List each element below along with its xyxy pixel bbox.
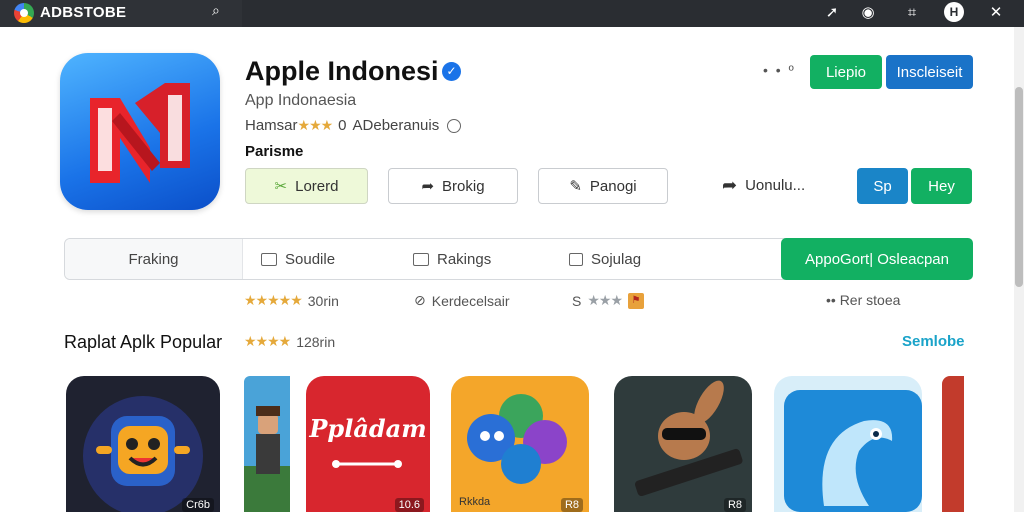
primary-button[interactable]: Liepio — [810, 55, 882, 89]
tag-icon: ✂ — [274, 178, 288, 195]
rating-count: 0 — [338, 117, 347, 134]
section-title: Raplat Aplk Popular — [64, 332, 223, 352]
app-icon — [60, 53, 220, 210]
brand-logo-icon — [14, 3, 34, 23]
top-bar: ADBSTOBE ⌕ ➚ ◉ ⌗ H ✕ — [0, 0, 1024, 27]
sp-button[interactable]: Sp — [857, 168, 908, 204]
panogi-button[interactable]: ✎ Panogi — [538, 168, 668, 204]
section-stars: ★★★★ — [244, 333, 291, 349]
see-more-link[interactable]: Semlobe — [902, 333, 965, 350]
link-icon: ⊘ — [414, 292, 426, 308]
tab-soudile[interactable]: Soudile — [261, 239, 335, 279]
tab-label: Rakings — [437, 250, 492, 268]
pplodam-decoration — [332, 460, 402, 468]
stat-stars: ★★★★★ — [244, 292, 303, 308]
app-card-rabbit[interactable]: R8 — [614, 376, 752, 512]
tab-cta-button[interactable]: AppoGort| Osleacpan — [781, 238, 973, 280]
rating-stars: ★★★ — [297, 117, 334, 133]
flag-icon: ⚑ — [628, 292, 644, 309]
more-options-icon[interactable]: • • º — [763, 62, 796, 78]
card-price: R8 — [723, 498, 746, 512]
section-count: 128rin — [296, 333, 336, 350]
edit-icon: ✎ — [569, 178, 582, 195]
tab-sojulag[interactable]: Sojulag — [569, 239, 641, 279]
rating-suffix: ADeberanuis — [352, 117, 440, 134]
card-price: Cr6b — [182, 498, 214, 512]
section-rating: ★★★★ 128rin — [244, 333, 335, 350]
verified-icon: ✓ — [442, 62, 461, 81]
search-icon[interactable]: ⌕ — [212, 2, 220, 19]
brokig-label: Brokig — [442, 177, 485, 195]
tab-label: Fraking — [128, 250, 179, 268]
lorerd-label: Lorerd — [295, 177, 339, 195]
stat-rating: ★★★★★ 30rin — [244, 292, 339, 309]
tabs-bar: Fraking Soudile Rakings Sojulag AppoGort… — [64, 238, 973, 280]
app-card-bird[interactable] — [774, 376, 922, 512]
pin-icon[interactable]: ➚ — [822, 3, 842, 23]
panogi-label: Panogi — [589, 177, 637, 195]
record-icon[interactable]: ◉ — [858, 3, 878, 23]
character-illustration — [244, 406, 290, 512]
close-icon[interactable]: ✕ — [986, 3, 1006, 23]
share-arrow-icon: ➦ — [421, 178, 435, 195]
app-title: Apple Indonesi — [245, 56, 439, 86]
bubbles-card-label: Rkkda — [459, 496, 491, 508]
stat-grey-stars: ★★★ — [587, 292, 623, 308]
window-icon — [261, 252, 277, 266]
app-card-robot[interactable]: Cr6b — [66, 376, 220, 512]
stat-developer-label: Kerdecelsair — [431, 292, 510, 309]
card-price: R8 — [560, 498, 583, 512]
avatar[interactable]: H — [944, 2, 964, 22]
scrollbar[interactable] — [1014, 27, 1024, 512]
clock-icon — [447, 118, 462, 133]
rating-prefix: Hamsar — [245, 117, 298, 134]
developer-name[interactable]: Parisme — [245, 143, 303, 160]
stat-grey-prefix: S — [572, 292, 582, 309]
app-subtitle[interactable]: App Indonaesia — [245, 92, 356, 110]
stat-grey-rating: S ★★★ ⚑ — [572, 292, 644, 309]
app-card-bubbles[interactable]: Rkkda R8 — [451, 376, 589, 512]
share-icon: ➦ — [722, 175, 738, 195]
app-card-pplodam[interactable]: Pplâdam 10.6 — [306, 376, 430, 512]
rating-row: Hamsar ★★★ 0 ADeberanuis — [245, 117, 462, 134]
card-price: 10.6 — [394, 498, 424, 512]
bird-illustration — [784, 390, 922, 512]
share-label: Uonulu... — [745, 177, 806, 194]
stat-extra[interactable]: •• Rer stoea — [826, 292, 900, 308]
brand-name: ADBSTOBE — [40, 4, 127, 21]
tab-label: Sojulag — [591, 250, 642, 268]
app-card-character[interactable] — [244, 376, 290, 512]
robot-illustration — [83, 396, 203, 512]
tab-label: Soudile — [285, 250, 336, 268]
hey-button[interactable]: Hey — [911, 168, 972, 204]
hash-icon[interactable]: ⌗ — [902, 3, 922, 23]
window-icon — [413, 252, 429, 266]
scroll-thumb[interactable] — [1015, 87, 1023, 287]
secondary-button[interactable]: Inscleiseit — [886, 55, 973, 89]
lorerd-button[interactable]: ✂ Lorerd — [245, 168, 368, 204]
brokig-button[interactable]: ➦ Brokig — [388, 168, 518, 204]
tab-fraking[interactable]: Fraking — [65, 239, 243, 279]
stat-developer[interactable]: ⊘ Kerdecelsair — [414, 292, 510, 309]
rabbit-illustration — [635, 380, 743, 497]
bubbles-illustration — [467, 394, 567, 484]
tab-rakings[interactable]: Rakings — [413, 239, 491, 279]
share-link[interactable]: ➦ Uonulu... — [722, 175, 805, 196]
app-card-partial[interactable] — [942, 376, 964, 512]
stat-rating-value: 30rin — [307, 292, 339, 309]
square-icon — [569, 252, 583, 266]
